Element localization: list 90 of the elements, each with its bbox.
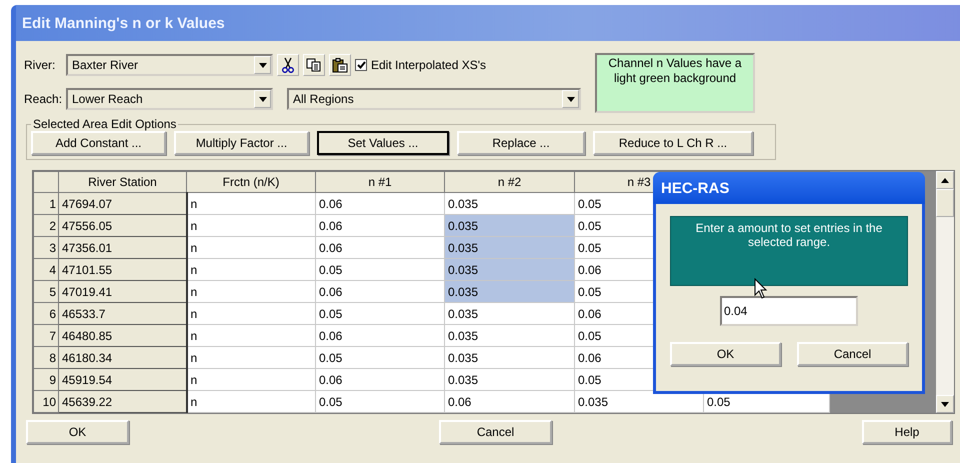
column-header: n #1 bbox=[316, 172, 444, 192]
edit-option-button[interactable]: Add Constant ... bbox=[31, 131, 166, 155]
column-header: River Station bbox=[58, 172, 186, 192]
table-cell: n bbox=[186, 280, 316, 302]
table-cell: 0.06 bbox=[316, 324, 444, 346]
row-number: 8 bbox=[34, 346, 58, 368]
table-cell: n bbox=[186, 368, 316, 390]
reach-dropdown[interactable]: Lower Reach bbox=[66, 88, 273, 110]
row-number: 6 bbox=[34, 302, 58, 324]
dialog-message: Enter a amount to set entries in the selected range. bbox=[670, 216, 908, 286]
edit-option-button[interactable]: Multiply Factor ... bbox=[174, 131, 309, 155]
scissors-icon[interactable] bbox=[277, 54, 299, 76]
dialog-button[interactable]: OK bbox=[26, 420, 129, 444]
table-cell: n bbox=[186, 302, 316, 324]
dialog-button[interactable]: Help bbox=[862, 420, 952, 444]
table-cell: 0.06 bbox=[316, 280, 444, 302]
table-cell: 0.05 bbox=[316, 346, 444, 368]
dialog-button[interactable]: OK bbox=[670, 342, 781, 366]
table-cell: 0.035 bbox=[444, 192, 574, 214]
table-cell: 0.035 bbox=[444, 236, 574, 258]
edit-option-button[interactable]: Replace ... bbox=[457, 131, 585, 155]
row-number: 2 bbox=[34, 214, 58, 236]
amount-field[interactable]: 0.04 bbox=[720, 296, 858, 326]
table-cell: n bbox=[186, 390, 316, 412]
down-arrow-icon bbox=[566, 96, 574, 102]
dialog-button[interactable]: Cancel bbox=[439, 420, 552, 444]
row-number: 10 bbox=[34, 390, 58, 412]
table-cell: 0.06 bbox=[316, 368, 444, 390]
down-arrow-icon bbox=[941, 402, 949, 406]
column-header: Frctn (n/K) bbox=[186, 172, 316, 192]
station-cell: 47694.07 bbox=[58, 192, 186, 214]
checkbox-label: Edit Interpolated XS's bbox=[371, 58, 486, 72]
row-number: 9 bbox=[34, 368, 58, 390]
table-cell: 0.035 bbox=[444, 214, 574, 236]
checkbox[interactable] bbox=[355, 59, 367, 71]
row-number: 7 bbox=[34, 324, 58, 346]
station-cell: 46180.34 bbox=[58, 346, 186, 368]
copy-icon[interactable] bbox=[303, 54, 325, 76]
table-cell: 0.06 bbox=[316, 214, 444, 236]
dialog-title: HEC-RAS bbox=[653, 172, 925, 204]
station-cell: 46480.85 bbox=[58, 324, 186, 346]
column-header: n #2 bbox=[444, 172, 574, 192]
row-number: 3 bbox=[34, 236, 58, 258]
station-cell: 46533.7 bbox=[58, 302, 186, 324]
table-cell: 0.06 bbox=[316, 236, 444, 258]
scroll-thumb[interactable] bbox=[936, 189, 954, 217]
mouse-pointer-icon bbox=[754, 278, 768, 300]
reach-label: Reach: bbox=[24, 92, 62, 106]
table-cell: n bbox=[186, 324, 316, 346]
station-cell: 45639.22 bbox=[58, 390, 186, 412]
paste-icon[interactable] bbox=[329, 54, 351, 76]
down-arrow-icon bbox=[258, 62, 266, 68]
table-cell: 0.06 bbox=[316, 192, 444, 214]
down-arrow-icon bbox=[258, 96, 266, 102]
edit-option-button[interactable]: Reduce to L Ch R ... bbox=[593, 131, 753, 155]
table-cell: 0.05 bbox=[316, 258, 444, 280]
table-cell: 0.035 bbox=[444, 346, 574, 368]
station-cell: 47356.01 bbox=[58, 236, 186, 258]
station-cell: 47019.41 bbox=[58, 280, 186, 302]
station-cell: 47556.05 bbox=[58, 214, 186, 236]
station-cell: 45919.54 bbox=[58, 368, 186, 390]
table-cell: 0.035 bbox=[444, 324, 574, 346]
station-cell: 47101.55 bbox=[58, 258, 186, 280]
note-text: Channel n Values have a light green background bbox=[595, 53, 755, 113]
table-cell: n bbox=[186, 214, 316, 236]
river-dropdown[interactable]: Baxter River bbox=[66, 54, 273, 76]
table-cell: 0.035 bbox=[444, 280, 574, 302]
row-number: 1 bbox=[34, 192, 58, 214]
scroll-down-button[interactable] bbox=[936, 395, 954, 413]
table-cell: n bbox=[186, 258, 316, 280]
table-cell: n bbox=[186, 192, 316, 214]
window-title: Edit Manning's n or k Values bbox=[16, 5, 960, 41]
table-cell: 0.06 bbox=[444, 390, 574, 412]
table-cell: 0.035 bbox=[444, 302, 574, 324]
table-cell: n bbox=[186, 346, 316, 368]
river-label: River: bbox=[24, 58, 56, 72]
scroll-up-button[interactable] bbox=[936, 171, 954, 189]
table-cell: 0.05 bbox=[316, 390, 444, 412]
table-cell: 0.05 bbox=[316, 302, 444, 324]
regions-dropdown[interactable]: All Regions bbox=[287, 88, 581, 110]
group-title: Selected Area Edit Options bbox=[32, 117, 178, 131]
up-arrow-icon bbox=[941, 178, 949, 182]
dialog-button[interactable]: Cancel bbox=[797, 342, 908, 366]
row-number: 5 bbox=[34, 280, 58, 302]
scrollbar[interactable] bbox=[936, 171, 954, 413]
table-cell: n bbox=[186, 236, 316, 258]
edit-option-button[interactable]: Set Values ... bbox=[317, 131, 449, 155]
table-cell: 0.035 bbox=[444, 368, 574, 390]
row-number: 4 bbox=[34, 258, 58, 280]
table-cell: 0.035 bbox=[444, 258, 574, 280]
